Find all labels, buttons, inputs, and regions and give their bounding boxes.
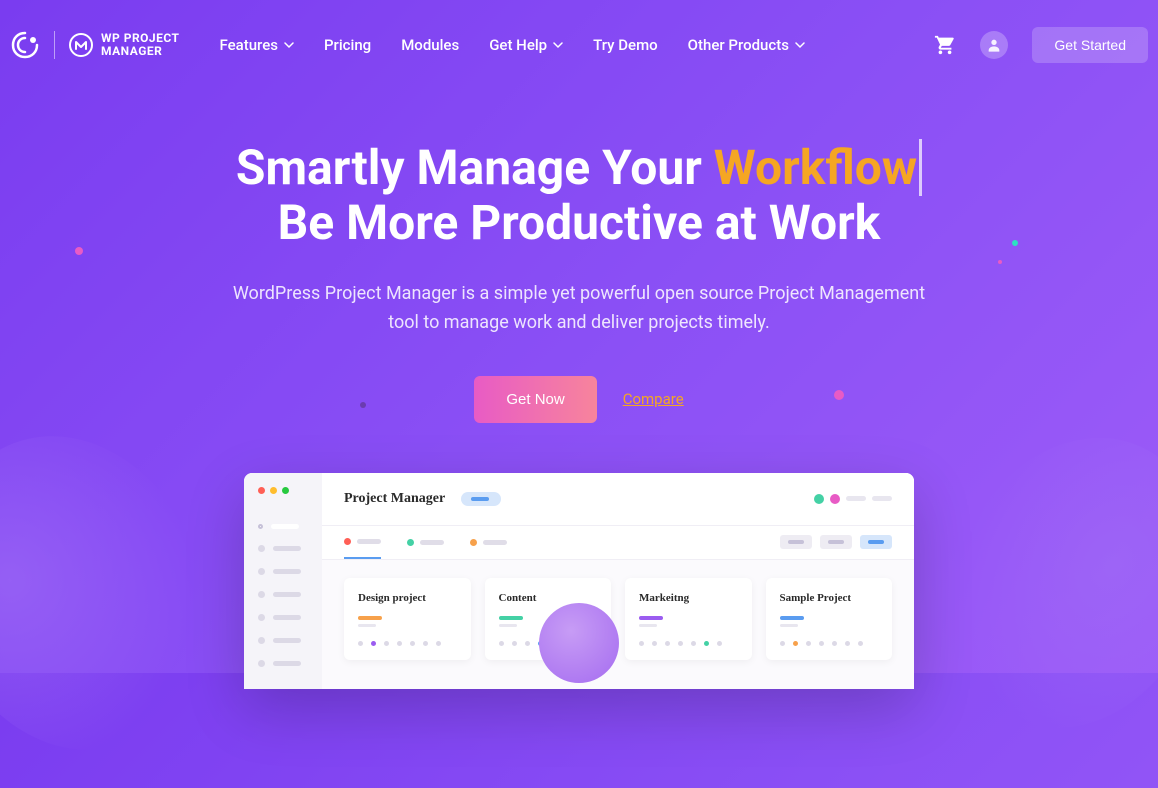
site-header: WP PROJECT MANAGER Features Pricing Modu… <box>0 0 1158 90</box>
mockup-cards: Design project Content Markeitng Sample … <box>322 560 914 678</box>
mockup-badge <box>461 492 501 506</box>
mockup-tab <box>407 526 444 559</box>
mockup-avatar-icon <box>814 494 824 504</box>
hero-section: Smartly Manage Your Workflow Be More Pro… <box>0 90 1158 423</box>
nav-features[interactable]: Features <box>219 36 293 54</box>
decorative-leaf-left <box>0 398 247 788</box>
logo-divider <box>54 31 55 59</box>
chevron-down-icon <box>553 40 563 50</box>
mockup-tab <box>470 526 507 559</box>
user-avatar[interactable] <box>980 31 1008 59</box>
decorative-dot <box>834 390 844 400</box>
sidebar-item <box>244 652 322 675</box>
sidebar-item <box>244 583 322 606</box>
mockup-card: Design project <box>344 578 471 660</box>
mockup-tab <box>344 526 381 559</box>
mockup-button <box>820 535 852 549</box>
window-controls <box>244 487 322 494</box>
mockup-button <box>860 535 892 549</box>
hero-buttons: Get Now Compare <box>20 376 1138 423</box>
decorative-dot <box>360 402 366 408</box>
get-now-button[interactable]: Get Now <box>474 376 596 423</box>
sidebar-item <box>244 516 322 537</box>
main-nav: Features Pricing Modules Get Help Try De… <box>219 36 934 54</box>
nav-try-demo[interactable]: Try Demo <box>593 36 658 54</box>
mockup-card: Sample Project <box>766 578 893 660</box>
decorative-dot <box>1012 240 1018 246</box>
logo-text-group: WP PROJECT MANAGER <box>69 32 179 58</box>
mockup-placeholder <box>872 496 892 501</box>
nav-other-products[interactable]: Other Products <box>688 36 805 54</box>
app-mockup: Project Manager D <box>244 473 914 689</box>
window-maximize-icon <box>282 487 289 494</box>
chevron-down-icon <box>284 40 294 50</box>
header-actions: Get Started <box>934 27 1148 63</box>
mockup-button <box>780 535 812 549</box>
cart-icon[interactable] <box>934 34 956 56</box>
mockup-card: Content <box>485 578 612 660</box>
decorative-dot <box>998 260 1002 264</box>
logo-swirl-icon <box>10 30 40 60</box>
mockup-title: Project Manager <box>344 491 445 507</box>
hero-title: Smartly Manage Your Workflow Be More Pro… <box>20 140 1138 250</box>
sidebar-item <box>244 537 322 560</box>
mockup-placeholder <box>846 496 866 501</box>
decorative-dot <box>75 247 83 255</box>
sidebar-item <box>244 629 322 652</box>
window-minimize-icon <box>270 487 277 494</box>
hero-subtitle: WordPress Project Manager is a simple ye… <box>229 280 929 338</box>
nav-get-help[interactable]: Get Help <box>489 36 563 54</box>
mockup-header: Project Manager <box>322 473 914 526</box>
mockup-tabs <box>322 526 914 560</box>
window-close-icon <box>258 487 265 494</box>
mockup-main: Project Manager D <box>322 473 914 689</box>
sidebar-item <box>244 606 322 629</box>
get-started-button[interactable]: Get Started <box>1032 27 1148 63</box>
logo-m-icon <box>69 33 93 57</box>
mockup-card: Markeitng <box>625 578 752 660</box>
sidebar-item <box>244 560 322 583</box>
compare-link[interactable]: Compare <box>623 390 684 408</box>
logo-text: WP PROJECT MANAGER <box>101 32 179 58</box>
logo[interactable]: WP PROJECT MANAGER <box>10 30 179 60</box>
mockup-sidebar <box>244 473 322 689</box>
nav-pricing[interactable]: Pricing <box>324 36 371 54</box>
nav-modules[interactable]: Modules <box>401 36 459 54</box>
chevron-down-icon <box>795 40 805 50</box>
decorative-leaf-right <box>906 396 1158 769</box>
mockup-avatar-icon <box>830 494 840 504</box>
